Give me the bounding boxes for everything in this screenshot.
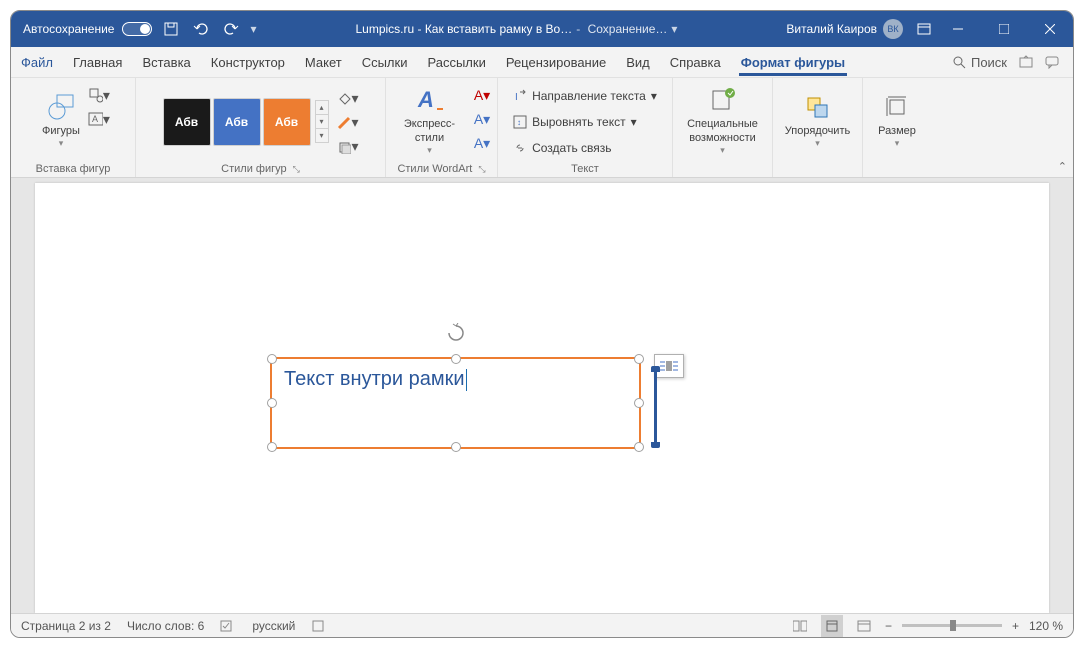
tab-shape-format[interactable]: Формат фигуры: [731, 47, 855, 78]
shape-style-1[interactable]: Абв: [163, 98, 211, 146]
tab-mailings[interactable]: Рассылки: [417, 47, 495, 78]
tab-references[interactable]: Ссылки: [352, 47, 418, 78]
collapse-ribbon-icon[interactable]: ⌃: [1058, 160, 1067, 173]
edit-shape-icon[interactable]: ▾: [88, 84, 110, 106]
avatar: ВК: [883, 19, 903, 39]
text-fill-icon[interactable]: A▾: [471, 84, 493, 106]
tab-file[interactable]: Файл: [11, 47, 63, 78]
text-outline-icon[interactable]: A▾: [471, 108, 493, 130]
shapes-button[interactable]: Фигуры ▾: [36, 82, 86, 158]
user-name: Виталий Каиров: [786, 22, 877, 36]
svg-text:A: A: [92, 114, 98, 124]
view-web-icon[interactable]: [853, 615, 875, 637]
resize-handle-l[interactable]: [267, 398, 277, 408]
text-cursor: [466, 369, 467, 391]
autosave-toggle[interactable]: [122, 22, 152, 36]
resize-handle-bl[interactable]: [267, 442, 277, 452]
group-wordart: Стили WordArt: [397, 163, 472, 175]
svg-text:I: I: [515, 92, 518, 103]
app-window: Автосохранение ▾ Lumpics.ru - Как встави…: [10, 10, 1074, 638]
user-account[interactable]: Виталий Каиров ВК: [776, 19, 913, 39]
tab-layout[interactable]: Макет: [295, 47, 352, 78]
titlebar: Автосохранение ▾ Lumpics.ru - Как встави…: [11, 11, 1073, 47]
style-gallery-nav[interactable]: ▴▾▾: [315, 101, 329, 143]
tab-review[interactable]: Рецензирование: [496, 47, 616, 78]
tab-design[interactable]: Конструктор: [201, 47, 295, 78]
statusbar: Страница 2 из 2 Число слов: 6 русский − …: [11, 613, 1073, 637]
link-icon: [513, 141, 527, 155]
svg-text:A: A: [417, 87, 434, 112]
autosave-label: Автосохранение: [23, 22, 114, 36]
menubar: Файл Главная Вставка Конструктор Макет С…: [11, 47, 1073, 78]
shape-text[interactable]: Текст внутри рамки: [284, 367, 467, 391]
shape-style-3[interactable]: Абв: [263, 98, 311, 146]
ribbon-display-icon[interactable]: [913, 18, 935, 40]
size-icon: [881, 91, 913, 123]
size-button[interactable]: Размер▾: [872, 82, 922, 158]
arrange-button[interactable]: Упорядочить▾: [779, 82, 856, 158]
align-text-icon: ↕: [513, 115, 527, 129]
document-canvas[interactable]: Текст внутри рамки: [11, 178, 1073, 613]
tab-home[interactable]: Главная: [63, 47, 132, 78]
tab-help[interactable]: Справка: [660, 47, 731, 78]
resize-handle-br[interactable]: [634, 442, 644, 452]
create-link-button[interactable]: Создать связь: [507, 136, 663, 159]
accessibility-icon: [707, 84, 739, 116]
accessibility-button[interactable]: Специальные возможности▾: [677, 82, 768, 158]
tab-insert[interactable]: Вставка: [132, 47, 200, 78]
macro-record-icon[interactable]: [311, 619, 325, 633]
align-text-button[interactable]: ↕Выровнять текст▾: [507, 110, 663, 133]
minimize-button[interactable]: [935, 11, 981, 47]
spell-check-icon[interactable]: [220, 619, 236, 633]
shape-style-2[interactable]: Абв: [213, 98, 261, 146]
shape-fill-icon[interactable]: ▾: [337, 88, 359, 110]
zoom-level[interactable]: 120 %: [1029, 619, 1063, 633]
ribbon: Фигуры ▾ ▾ A▾ Вставка фигур Абв Абв Абв …: [11, 78, 1073, 178]
shape-effects-icon[interactable]: ▾: [337, 136, 359, 158]
undo-icon[interactable]: [190, 18, 212, 40]
group-text: Текст: [571, 161, 599, 177]
svg-text:↕: ↕: [517, 118, 521, 127]
resize-handle-tr[interactable]: [634, 354, 644, 364]
redo-icon[interactable]: [220, 18, 242, 40]
rotate-handle[interactable]: [446, 323, 466, 343]
share-icon[interactable]: [1019, 55, 1033, 69]
comments-icon[interactable]: [1045, 55, 1059, 69]
selection-cursor[interactable]: [654, 369, 657, 445]
resize-handle-tl[interactable]: [267, 354, 277, 364]
shapes-icon: [45, 91, 77, 123]
resize-handle-b[interactable]: [451, 442, 461, 452]
text-box-shape[interactable]: Текст внутри рамки: [270, 357, 641, 449]
view-print-icon[interactable]: [821, 615, 843, 637]
shape-outline-icon[interactable]: ▾: [337, 112, 359, 134]
zoom-slider[interactable]: [902, 624, 1002, 627]
close-button[interactable]: [1027, 11, 1073, 47]
shape-styles-launcher[interactable]: ⤡: [293, 164, 300, 175]
zoom-in-button[interactable]: +: [1012, 619, 1019, 633]
document-title: Lumpics.ru - Как вставить рамку в Во… - …: [257, 22, 777, 36]
resize-handle-r[interactable]: [634, 398, 644, 408]
search-icon: [953, 56, 966, 69]
save-icon[interactable]: [160, 18, 182, 40]
resize-handle-t[interactable]: [451, 354, 461, 364]
wordart-launcher[interactable]: ⤡: [478, 164, 485, 175]
text-direction-icon: I: [513, 89, 527, 103]
status-page[interactable]: Страница 2 из 2: [21, 619, 111, 633]
tab-view[interactable]: Вид: [616, 47, 660, 78]
status-language[interactable]: русский: [252, 619, 295, 633]
search-box[interactable]: Поиск: [953, 55, 1007, 70]
wordart-icon: A: [414, 84, 446, 116]
text-direction-button[interactable]: IНаправление текста▾: [507, 84, 663, 107]
group-insert-shapes: Вставка фигур: [36, 161, 111, 177]
wordart-express-button[interactable]: A Экспресс-стили ▾: [390, 82, 469, 158]
text-box-icon[interactable]: A▾: [88, 108, 110, 130]
arrange-icon: [802, 91, 834, 123]
page: Текст внутри рамки: [35, 183, 1049, 613]
view-read-icon[interactable]: [789, 615, 811, 637]
group-shape-styles: Стили фигур: [221, 163, 286, 175]
maximize-button[interactable]: [981, 11, 1027, 47]
status-words[interactable]: Число слов: 6: [127, 619, 204, 633]
zoom-out-button[interactable]: −: [885, 619, 892, 633]
text-effects-icon[interactable]: A▾: [471, 132, 493, 154]
